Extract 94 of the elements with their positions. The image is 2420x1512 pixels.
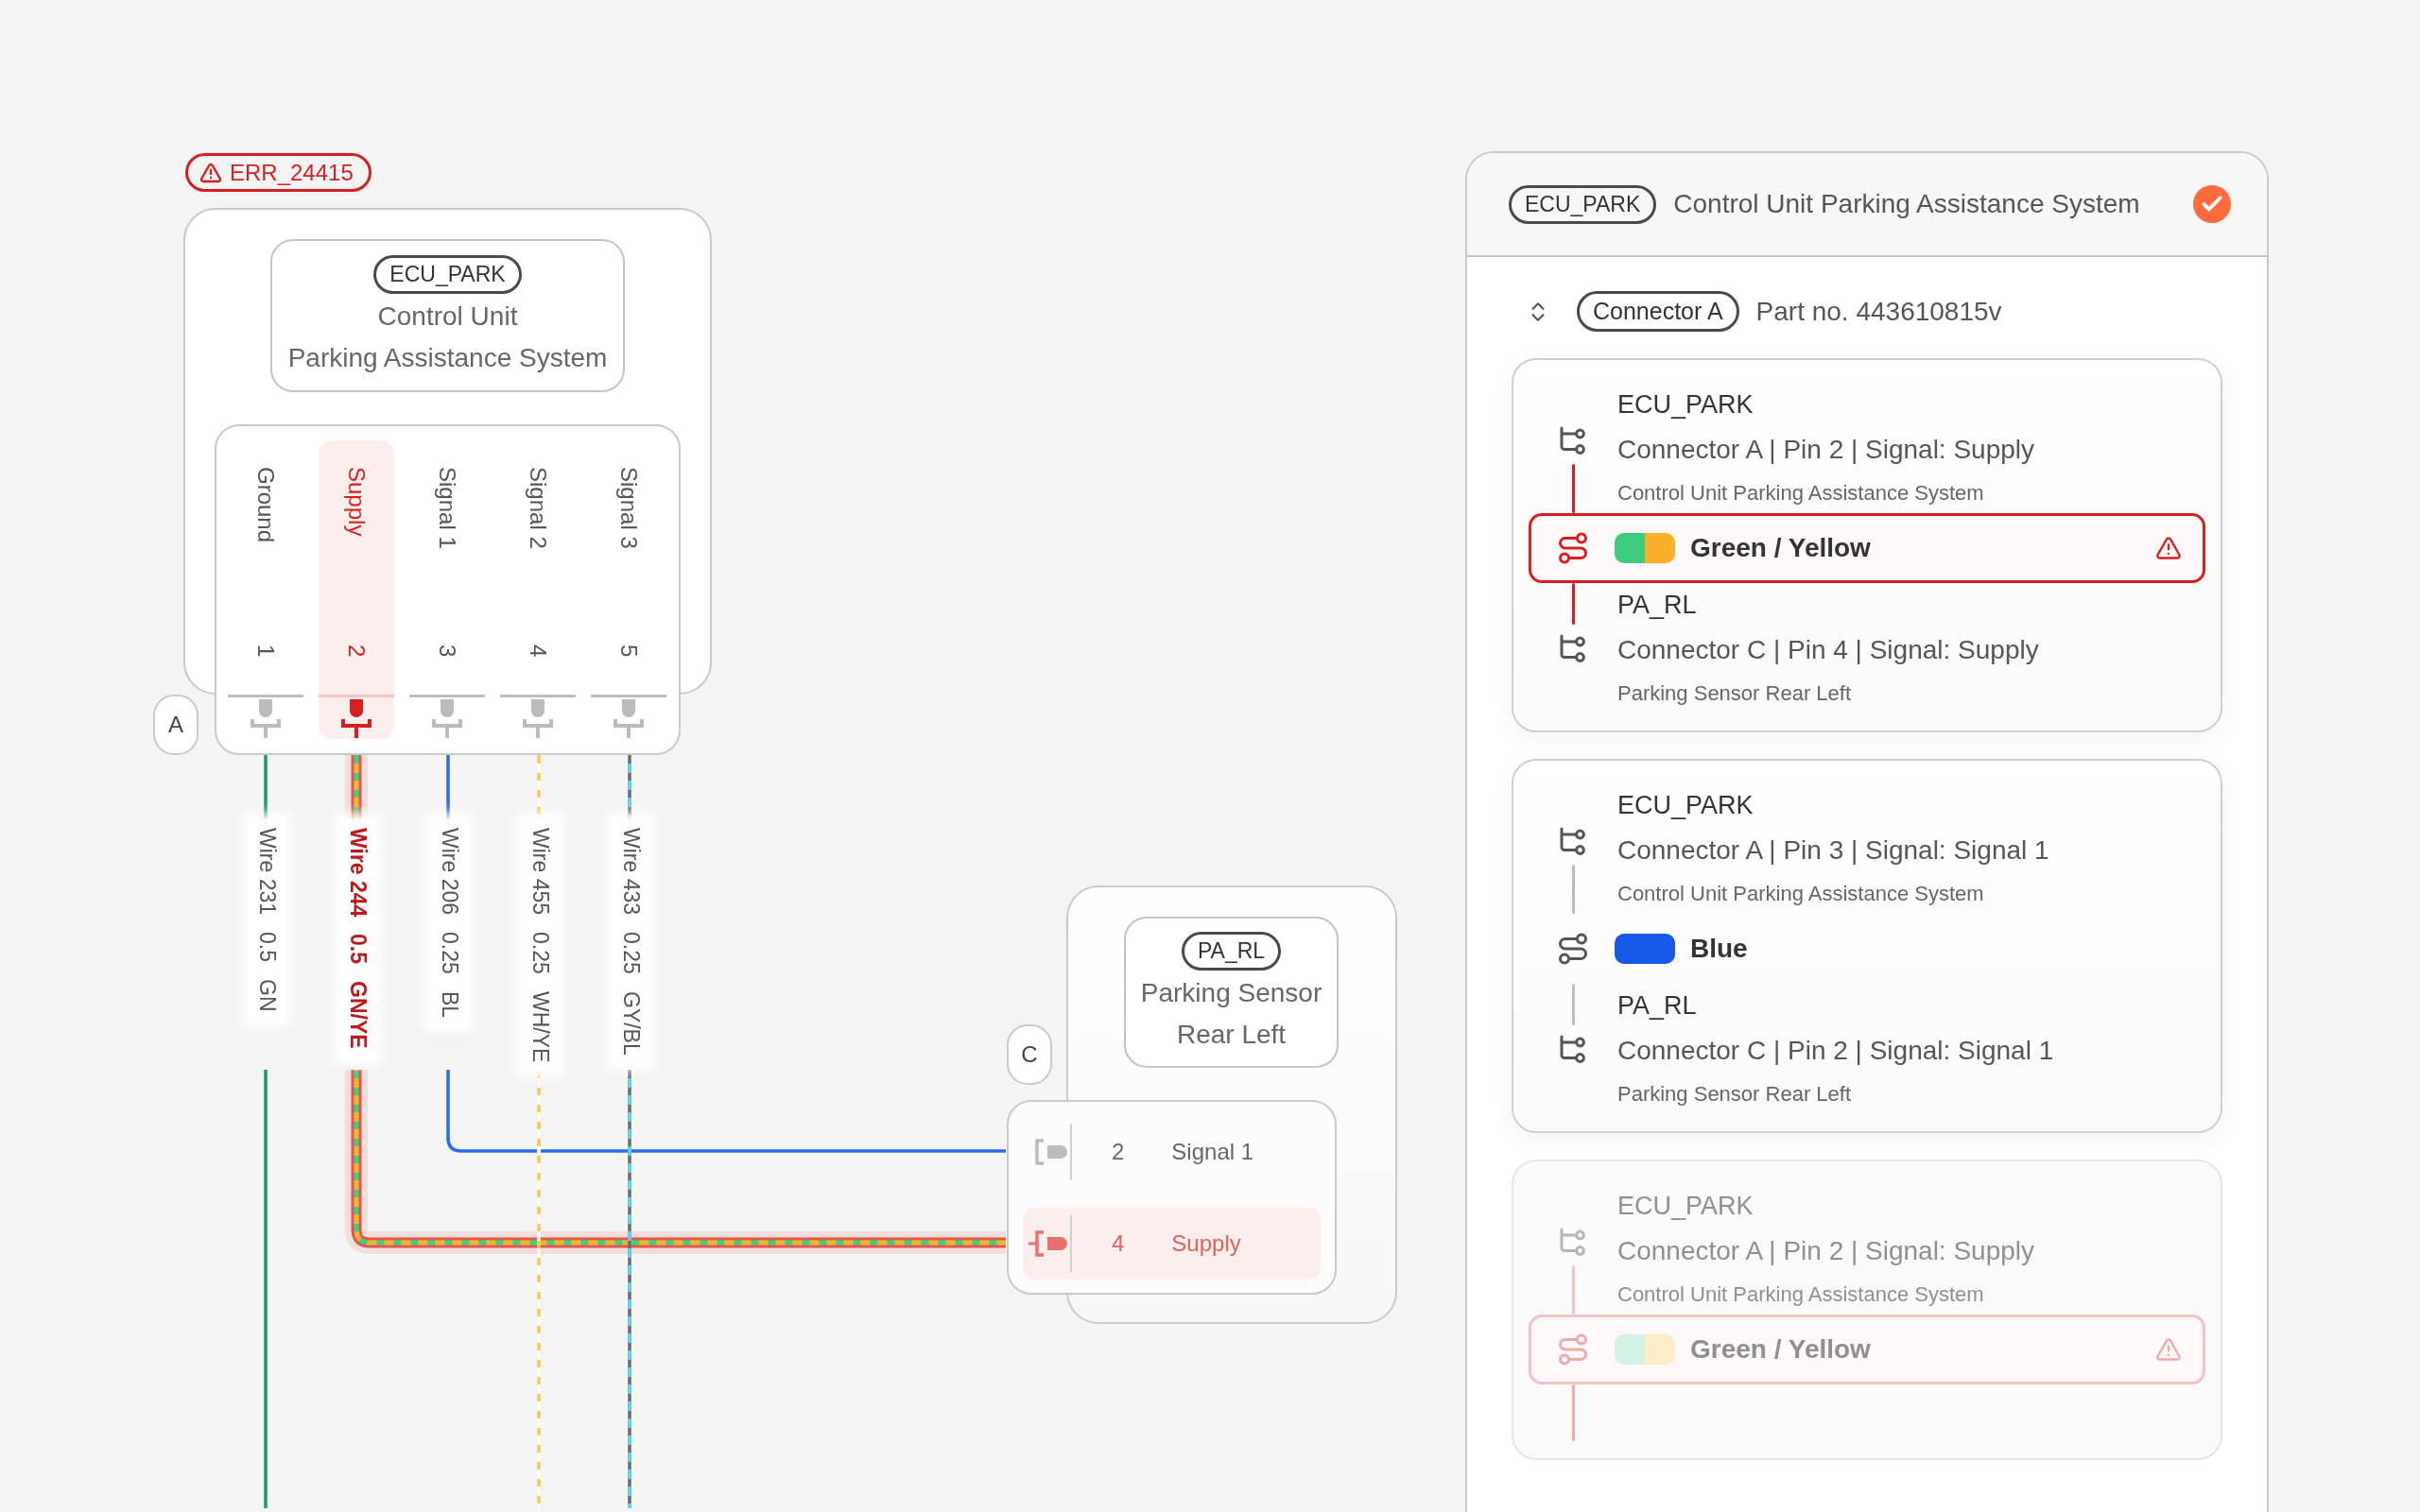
endpoint-detail: Connector C | Pin 4 | Signal: Supply — [1617, 634, 2039, 666]
component-tag: PA_RL — [1181, 931, 1282, 971]
route-icon — [1556, 531, 1590, 565]
wire-gauge: 0.5 — [254, 932, 280, 963]
wire-color-name: Blue — [1690, 934, 1748, 964]
wire-gauge: 0.5 — [345, 934, 371, 965]
wire-gauge: 0.25 — [527, 932, 553, 974]
wire-number: Wire 206 — [437, 828, 462, 916]
pin-number: 4 — [525, 644, 551, 657]
wire-label-tag[interactable]: Wire 231 0.5 GN — [249, 818, 285, 1022]
endpoint-description: Parking Sensor Rear Left — [1617, 1081, 1853, 1108]
warning-icon — [199, 161, 222, 184]
endpoint-description: Control Unit Parking Assistance System — [1617, 881, 1985, 907]
pin-number: 4 — [1112, 1230, 1125, 1257]
wire-label-tag[interactable]: Wire 433 0.25 GY/BL — [613, 818, 649, 1065]
wire-row[interactable]: Blue — [1529, 914, 2205, 984]
pin-number: 1 — [252, 644, 279, 657]
pin-number: 2 — [1112, 1139, 1125, 1165]
error-badge[interactable]: ERR_24415 — [185, 153, 372, 192]
pin-signal: Signal 2 — [525, 467, 551, 549]
wire-color-name: Green / Yellow — [1690, 1334, 1871, 1365]
pin-signal: Supply — [1171, 1230, 1241, 1257]
wire-swatch — [1615, 533, 1675, 563]
wire[interactable] — [628, 1070, 631, 1508]
connector-badge[interactable]: C — [1007, 1024, 1052, 1085]
endpoint-name: PA_RL — [1617, 590, 1698, 621]
endpoint-name: ECU_PARK — [1617, 389, 1754, 421]
component-node[interactable]: ECU_PARK Control Unit Parking Assistance System A Ground 1 Supply 2 Signal 1 3 Signal 2 4 Signal 3 5 — [153, 208, 712, 755]
pin-icon — [339, 697, 373, 739]
wire-color-code: WH/YE — [527, 990, 553, 1063]
wire-color-code: GN — [254, 979, 280, 1012]
component-name: Control Unit — [377, 300, 518, 333]
wire[interactable] — [446, 1070, 1006, 1153]
component-tag: ECU_PARK — [1509, 184, 1657, 224]
warning-icon — [2155, 1336, 2182, 1363]
endpoint-detail: Connector C | Pin 2 | Signal: Signal 1 — [1617, 1035, 2054, 1067]
component-tag: ECU_PARK — [373, 254, 522, 294]
endpoint-name: PA_RL — [1617, 990, 1698, 1022]
pin-signal: Signal 1 — [434, 467, 460, 549]
wire-gauge: 0.25 — [618, 932, 644, 974]
endpoint-description: Parking Sensor Rear Left — [1617, 680, 1853, 707]
pin-column[interactable]: Signal 1 3 — [409, 440, 485, 739]
pin-icon — [430, 697, 464, 739]
wire-label-tag[interactable]: Wire 244 0.5 GN/YE — [339, 818, 376, 1058]
pin-signal: Signal 3 — [615, 467, 642, 549]
endpoint-detail: Connector A | Pin 2 | Signal: Supply — [1617, 1235, 2035, 1267]
pin-column[interactable]: Signal 3 5 — [591, 440, 666, 739]
part-number: Part no. 443610815v — [1755, 296, 2002, 327]
pin-signal: Signal 1 — [1171, 1139, 1254, 1165]
wire-color-name: Green / Yellow — [1690, 533, 1871, 563]
pin-signal: Ground — [252, 467, 279, 543]
connection-card[interactable]: ECU_PARK Connector A | Pin 3 | Signal: Signal 1 Control Unit Parking Assistance System Blue PA_RL Connector C | Pin 2 | Signal: Signal 1 Parking Sensor Rear Left — [1512, 759, 2222, 1133]
component-name: Parking Sensor — [1140, 976, 1322, 1009]
pin-number: 3 — [434, 644, 460, 657]
warning-icon — [2155, 535, 2182, 561]
wire-swatch — [1615, 1334, 1675, 1365]
component-name: Rear Left — [1176, 1018, 1287, 1051]
pin-column[interactable]: Signal 2 4 — [500, 440, 576, 739]
pin-row[interactable]: 2 Signal 1 — [1023, 1116, 1321, 1188]
wire-number: Wire 455 — [527, 828, 553, 916]
connector-tag[interactable]: Connector A — [1577, 291, 1739, 332]
wire-color-code: GY/BL — [618, 990, 644, 1056]
wire-row[interactable]: Green / Yellow — [1529, 513, 2205, 583]
connection-card[interactable]: ECU_PARK Connector A | Pin 2 | Signal: Supply Control Unit Parking Assistance System Green / Yellow PA_RL Connector C | Pin 4 | Signal: Supply Parking Sensor Rear Left — [1512, 358, 2222, 732]
route-icon — [1556, 1332, 1590, 1366]
component-node[interactable]: PA_RL Parking Sensor Rear Left C 2 Signal 1 4 Supply — [1007, 885, 1397, 1324]
pin-icon — [1028, 1229, 1070, 1258]
component-name: Parking Assistance System — [287, 341, 608, 374]
pin-icon — [612, 697, 646, 739]
pin-icon — [249, 697, 283, 739]
wire-label-tag[interactable]: Wire 206 0.25 BL — [431, 818, 468, 1027]
pin-column[interactable]: Ground 1 — [228, 440, 303, 739]
wire-number: Wire 231 — [254, 828, 280, 916]
wire-color-code: GN/YE — [345, 981, 371, 1049]
wire-number: Wire 433 — [618, 828, 644, 916]
endpoint-description: Control Unit Parking Assistance System — [1617, 1281, 1985, 1308]
endpoint-name: ECU_PARK — [1617, 790, 1754, 821]
pin-column[interactable]: Supply 2 — [319, 440, 394, 739]
endpoint-name: ECU_PARK — [1617, 1191, 1754, 1222]
endpoint-detail: Connector A | Pin 2 | Signal: Supply — [1617, 434, 2035, 466]
pin-number: 5 — [615, 644, 642, 657]
route-icon — [1556, 932, 1590, 966]
panel-title: Control Unit Parking Assistance System — [1673, 189, 2140, 219]
endpoint-detail: Connector A | Pin 3 | Signal: Signal 1 — [1617, 834, 2049, 867]
wire-label-tag[interactable]: Wire 455 0.25 WH/YE — [522, 818, 559, 1073]
pin-signal: Supply — [343, 467, 370, 537]
wire-number: Wire 244 — [345, 828, 371, 918]
connector-badge[interactable]: A — [153, 695, 199, 755]
pin-icon — [521, 697, 555, 739]
wire-swatch — [1615, 934, 1675, 964]
pin-number: 2 — [343, 644, 370, 657]
wire-color-code: BL — [437, 990, 462, 1018]
wire-gauge: 0.25 — [437, 932, 462, 974]
endpoint-description: Control Unit Parking Assistance System — [1617, 480, 1985, 507]
